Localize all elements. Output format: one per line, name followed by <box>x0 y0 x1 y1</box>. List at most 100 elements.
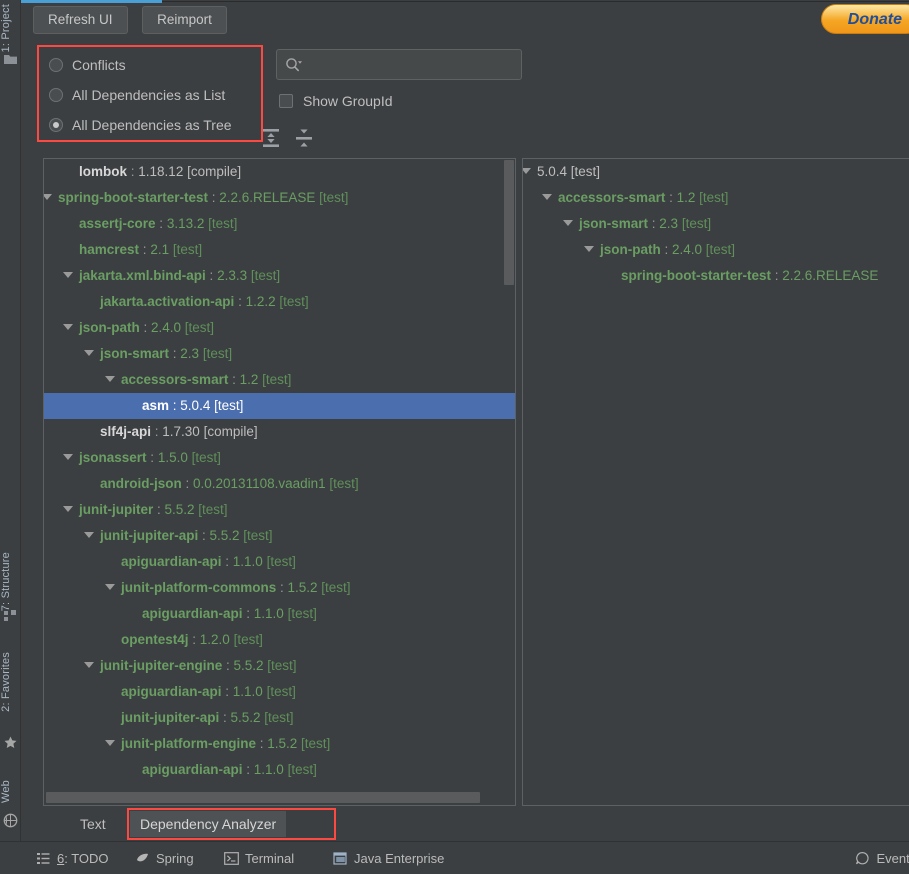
tree-row-label: asm : 5.0.4 [test] <box>142 393 243 419</box>
artifact-separator: : <box>127 164 139 179</box>
dependency-tree-row[interactable]: asm : 5.0.4 [test] <box>44 393 515 419</box>
artifact-version: 5.5.2 <box>233 658 264 673</box>
dependency-tree: lombok : 1.18.12 [compile] spring-boot-st… <box>44 159 515 783</box>
dependency-tree-row[interactable]: hamcrest : 2.1 [test] <box>44 237 515 263</box>
status-item-java-enterprise[interactable]: Java Enterprise <box>333 849 444 868</box>
sidebar-item-favorites[interactable]: 2: Favorites <box>0 652 21 712</box>
spring-leaf-icon <box>135 851 150 866</box>
artifact-scope: [test] <box>325 476 359 491</box>
tree-expand-arrow-icon[interactable] <box>542 194 552 202</box>
dependency-tree-row[interactable]: android-json : 0.0.20131108.vaadin1 [tes… <box>44 471 515 497</box>
dependency-tree-row[interactable]: junit-jupiter : 5.5.2 [test] <box>44 497 515 523</box>
show-groupid-checkbox[interactable]: Show GroupId <box>279 90 393 112</box>
tab-text[interactable]: Text <box>70 811 116 837</box>
dependency-tree-row[interactable]: apiguardian-api : 1.1.0 [test] <box>44 757 515 783</box>
artifact-separator: : <box>169 398 181 413</box>
dependency-tree-row[interactable]: junit-platform-commons : 1.5.2 [test] <box>44 575 515 601</box>
reverse-dependency-tree-row[interactable]: json-path : 2.4.0 [test] <box>523 237 909 263</box>
tree-expand-arrow-icon[interactable] <box>584 246 594 254</box>
sidebar-item-structure[interactable]: 7: Structure <box>0 552 21 611</box>
tree-expand-arrow-icon[interactable] <box>105 376 115 384</box>
active-tab-underline <box>21 0 162 3</box>
tree-expand-arrow-icon[interactable] <box>63 272 73 280</box>
dependency-tree-row[interactable]: opentest4j : 1.2.0 [test] <box>44 627 515 653</box>
dependency-tree-row[interactable]: accessors-smart : 1.2 [test] <box>44 367 515 393</box>
tree-expand-arrow-icon[interactable] <box>105 584 115 592</box>
tree-expand-arrow-icon[interactable] <box>523 168 531 176</box>
tree-expand-arrow-icon[interactable] <box>84 532 94 540</box>
status-item-terminal-label: Terminal <box>245 851 295 866</box>
reverse-dependency-tree-row[interactable]: spring-boot-starter-test : 2.2.6.RELEASE <box>523 263 909 289</box>
artifact-scope: [test] <box>283 762 317 777</box>
donate-button[interactable]: Donate <box>820 4 909 34</box>
sidebar-item-web[interactable]: Web <box>0 780 21 803</box>
tree-expand-arrow-icon[interactable] <box>44 194 52 202</box>
show-groupid-label: Show GroupId <box>303 93 393 109</box>
dependency-tree-panel[interactable]: lombok : 1.18.12 [compile] spring-boot-st… <box>43 158 516 806</box>
tree-row-label: json-smart : 2.3 [test] <box>579 211 711 237</box>
status-item-spring[interactable]: Spring <box>135 849 194 868</box>
dependency-tree-horizontal-scrollbar[interactable] <box>46 792 480 803</box>
dependency-tree-row[interactable]: apiguardian-api : 1.1.0 [test] <box>44 549 515 575</box>
tree-row-label: junit-platform-engine : 1.5.2 [test] <box>121 731 330 757</box>
dependency-tree-row[interactable]: junit-platform-engine : 1.5.2 [test] <box>44 731 515 757</box>
dependency-tree-vertical-scrollbar[interactable] <box>504 160 514 285</box>
collapse-all-icon[interactable] <box>292 126 316 150</box>
reverse-dependency-tree-row[interactable]: 5.0.4 [test] <box>523 159 909 185</box>
artifact-scope: [test] <box>262 684 296 699</box>
dependency-tree-row[interactable]: junit-jupiter-api : 5.5.2 [test] <box>44 705 515 731</box>
dependency-tree-row[interactable]: slf4j-api : 1.7.30 [compile] <box>44 419 515 445</box>
artifact-id: json-smart <box>100 346 170 361</box>
status-item-event-log[interactable]: Event Log <box>855 849 909 868</box>
expand-all-icon[interactable] <box>259 126 283 150</box>
artifact-version: 1.2 <box>239 372 259 387</box>
reimport-button[interactable]: Reimport <box>142 6 227 34</box>
artifact-id: junit-platform-engine <box>121 736 256 751</box>
sidebar-item-project[interactable]: 1: Project <box>0 4 21 52</box>
reverse-dependency-tree-row[interactable]: json-smart : 2.3 [test] <box>523 211 909 237</box>
tree-row-label: junit-jupiter-engine : 5.5.2 [test] <box>100 653 297 679</box>
tab-bar-divider <box>162 1 909 2</box>
tree-expand-arrow-icon[interactable] <box>84 662 94 670</box>
dependency-tree-row[interactable]: jakarta.activation-api : 1.2.2 [test] <box>44 289 515 315</box>
tree-expand-arrow-icon[interactable] <box>84 350 94 358</box>
analyzer-content: Refresh UI Reimport Conflicts All Depend… <box>21 0 909 874</box>
status-item-todo[interactable]: 6: TODO <box>36 849 109 868</box>
tree-expand-arrow-icon[interactable] <box>63 324 73 332</box>
tree-expand-arrow-icon[interactable] <box>63 454 73 462</box>
artifact-version: 1.2.0 <box>199 632 230 647</box>
tree-row-label: lombok : 1.18.12 [compile] <box>79 159 241 185</box>
artifact-version: 1.2.2 <box>245 294 276 309</box>
dependency-tree-row[interactable]: assertj-core : 3.13.2 [test] <box>44 211 515 237</box>
tree-expand-arrow-icon[interactable] <box>63 506 73 514</box>
reverse-dependency-panel[interactable]: 5.0.4 [test] accessors-smart : 1.2 [test]… <box>522 158 909 806</box>
search-input[interactable] <box>276 49 522 80</box>
radio-conflicts[interactable]: Conflicts <box>49 50 126 80</box>
radio-all-dependencies-as-tree[interactable]: All Dependencies as Tree <box>49 110 232 140</box>
tree-expand-arrow-icon[interactable] <box>563 220 573 228</box>
artifact-scope: [test] <box>239 528 273 543</box>
dependency-tree-row[interactable]: jsonassert : 1.5.0 [test] <box>44 445 515 471</box>
artifact-separator: : <box>276 580 288 595</box>
dependency-tree-row[interactable]: junit-jupiter-api : 5.5.2 [test] <box>44 523 515 549</box>
artifact-scope: [test] <box>199 346 233 361</box>
radio-all-dependencies-as-list[interactable]: All Dependencies as List <box>49 80 225 110</box>
tree-expand-arrow-icon[interactable] <box>105 740 115 748</box>
dependency-tree-row[interactable]: lombok : 1.18.12 [compile] <box>44 159 515 185</box>
view-mode-radio-group: Conflicts All Dependencies as List All D… <box>37 45 263 142</box>
artifact-id: junit-platform-commons <box>121 580 277 595</box>
dependency-tree-row[interactable]: apiguardian-api : 1.1.0 [test] <box>44 601 515 627</box>
refresh-ui-button[interactable]: Refresh UI <box>33 6 128 34</box>
artifact-id: lombok <box>79 164 128 179</box>
bottom-tab-bar: Text Dependency Analyzer <box>42 808 909 840</box>
artifact-version: 2.1 <box>150 242 170 257</box>
status-item-terminal[interactable]: Terminal <box>224 849 294 868</box>
dependency-tree-row[interactable]: junit-jupiter-engine : 5.5.2 [test] <box>44 653 515 679</box>
dependency-tree-row[interactable]: jakarta.xml.bind-api : 2.3.3 [test] <box>44 263 515 289</box>
dependency-tree-row[interactable]: spring-boot-starter-test : 2.2.6.RELEASE… <box>44 185 515 211</box>
radio-all-dependencies-as-list-mark <box>49 88 63 102</box>
dependency-tree-row[interactable]: json-path : 2.4.0 [test] <box>44 315 515 341</box>
dependency-tree-row[interactable]: json-smart : 2.3 [test] <box>44 341 515 367</box>
reverse-dependency-tree-row[interactable]: accessors-smart : 1.2 [test] <box>523 185 909 211</box>
dependency-tree-row[interactable]: apiguardian-api : 1.1.0 [test] <box>44 679 515 705</box>
